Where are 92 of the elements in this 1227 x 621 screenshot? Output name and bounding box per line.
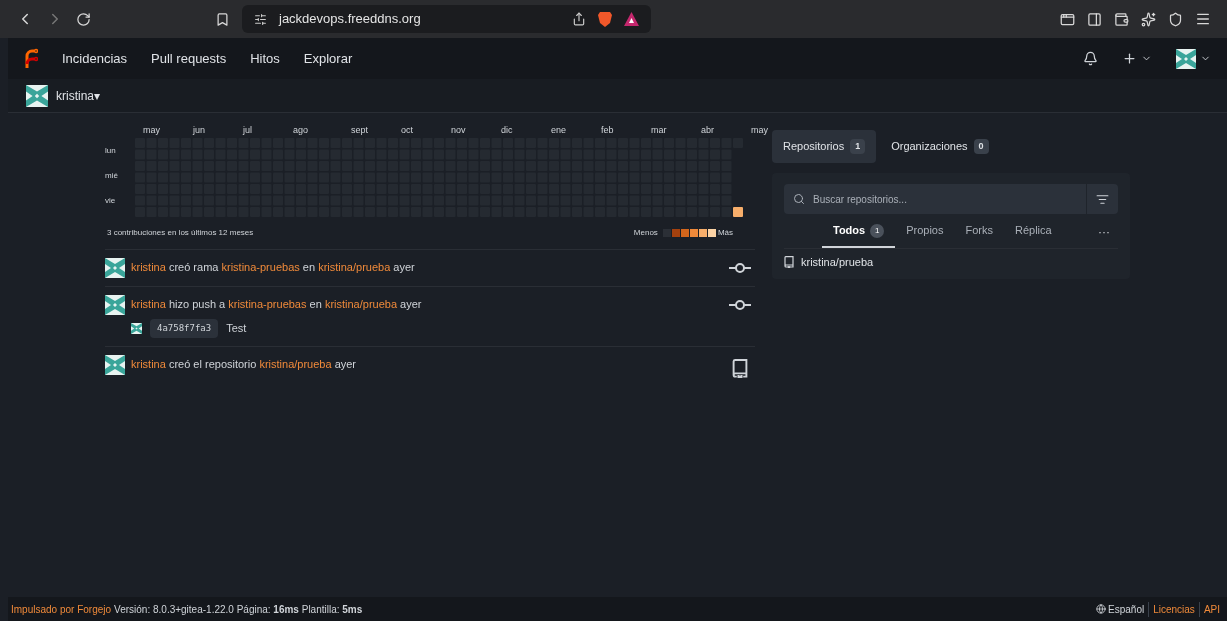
plus-icon[interactable] (1122, 51, 1137, 66)
legend-swatch (698, 228, 707, 237)
avatar (105, 257, 125, 278)
month-label: jul (243, 124, 252, 137)
footer-link[interactable]: API (1199, 601, 1224, 617)
search-field[interactable]: Buscar repositorios... (784, 184, 1086, 214)
legend-swatch (707, 228, 716, 237)
wallet-icon[interactable] (1114, 11, 1129, 27)
share-icon[interactable] (572, 12, 586, 26)
avatar (131, 322, 142, 334)
globe-icon (1096, 604, 1107, 614)
avatar (105, 355, 125, 375)
avatar (105, 294, 125, 315)
month-label: oct (401, 124, 413, 137)
footer-link[interactable]: Licencias (1149, 601, 1200, 617)
window-search-icon[interactable] (1060, 11, 1075, 27)
search-input[interactable]: Buscar repositorios... (813, 191, 1077, 207)
address-bar[interactable]: jackdevops.freeddns.org (242, 5, 651, 33)
activity-link[interactable]: kristina/prueba (259, 358, 332, 370)
powered-link[interactable]: Impulsado por Forgejo (11, 601, 112, 617)
repo-icon (784, 256, 794, 268)
commit-message: Test (226, 321, 247, 336)
shield-logo-icon[interactable] (598, 11, 612, 27)
repo-icon (732, 359, 748, 379)
shield-icon[interactable] (1168, 11, 1183, 27)
month-label: feb (601, 124, 614, 137)
version-info: Versión: 8.0.3+gitea-1.22.0 Página: 16ms Plantilla: 5ms (114, 602, 363, 617)
activity-link[interactable]: kristina (131, 358, 166, 370)
search-icon (793, 193, 805, 205)
activity-link[interactable]: kristina/prueba (318, 260, 391, 273)
avatar (26, 84, 48, 107)
month-label: ene (551, 124, 567, 137)
count-badge: 1 (870, 223, 885, 238)
menu-icon[interactable] (1195, 11, 1211, 27)
avatar (1176, 48, 1196, 69)
month-label: nov (451, 124, 466, 137)
legend-swatch (671, 228, 680, 237)
legend-label: Más (717, 226, 733, 239)
filter-button[interactable] (1086, 184, 1118, 214)
filter-tab[interactable]: Propios (895, 215, 955, 248)
language-selector[interactable]: Español (1096, 601, 1150, 617)
filter-tab[interactable]: Todos 1 (822, 215, 896, 248)
sidebar-icon[interactable] (1087, 11, 1102, 27)
filter-icon (1096, 192, 1109, 206)
legend-label: Menos (633, 226, 658, 239)
count-badge: 0 (973, 138, 989, 155)
nav-link[interactable]: Hitos (250, 48, 280, 69)
sparkle-icon[interactable] (1141, 11, 1156, 27)
user-switcher[interactable]: kristina▾ (56, 86, 100, 105)
activity-link[interactable]: kristina-pruebas (228, 297, 307, 310)
repo-link[interactable]: kristina/prueba (801, 253, 874, 271)
sidebar-tab[interactable]: Repositorios 1 (772, 130, 877, 163)
filter-tab[interactable]: Réplica (1004, 215, 1063, 248)
legend-swatch (662, 228, 671, 237)
activity-text: kristina creó el repositorio kristina/prueba ayer (131, 357, 358, 372)
notifications-icon[interactable] (1083, 51, 1098, 66)
activity-link[interactable]: kristina/prueba (324, 297, 398, 310)
reload-icon[interactable] (76, 11, 91, 27)
legend-swatch (689, 228, 698, 237)
activity-link[interactable]: kristina (131, 260, 166, 273)
commit-sha[interactable]: 4a758f7fa3 (150, 318, 219, 338)
forgejo-logo[interactable] (24, 47, 38, 70)
month-label: ago (293, 124, 309, 137)
triangle-logo-icon[interactable] (624, 12, 639, 26)
sidebar-tab[interactable]: Organizaciones 0 (880, 130, 1000, 163)
legend-swatch (680, 228, 689, 237)
activity-text: kristina hizo push a kristina-pruebas en kristina/prueba ayer (131, 296, 423, 312)
activity-link[interactable]: kristina-pruebas (221, 260, 300, 273)
commit-icon (729, 298, 751, 311)
bookmark-icon[interactable] (215, 11, 230, 27)
month-label: may (751, 124, 768, 137)
weekday-label: lun (105, 145, 117, 156)
month-label: may (143, 124, 160, 137)
month-label: abr (701, 124, 714, 137)
more-button[interactable]: ··· (1098, 222, 1118, 241)
activity-text: kristina creó rama kristina-pruebas en kristina/prueba ayer (131, 259, 416, 275)
nav-link[interactable]: Incidencias (62, 48, 128, 69)
count-badge: 1 (850, 138, 866, 155)
site-settings-icon[interactable] (254, 12, 267, 26)
nav-link[interactable]: Explorar (303, 48, 353, 69)
nav-link[interactable]: Pull requests (151, 48, 227, 69)
month-label: dic (501, 124, 513, 137)
commit-icon (729, 261, 751, 274)
url-text: jackdevops.freeddns.org (279, 10, 422, 29)
month-label: mar (651, 124, 667, 137)
filter-tab[interactable]: Forks (954, 215, 1004, 248)
weekday-label: vie (105, 195, 117, 206)
month-label: jun (193, 124, 205, 137)
weekday-label: mié (105, 170, 119, 181)
month-label: sept (351, 124, 368, 137)
activity-link[interactable]: kristina (131, 297, 166, 310)
contribution-summary: 3 contribuciones en los últimos 12 meses (107, 226, 255, 239)
